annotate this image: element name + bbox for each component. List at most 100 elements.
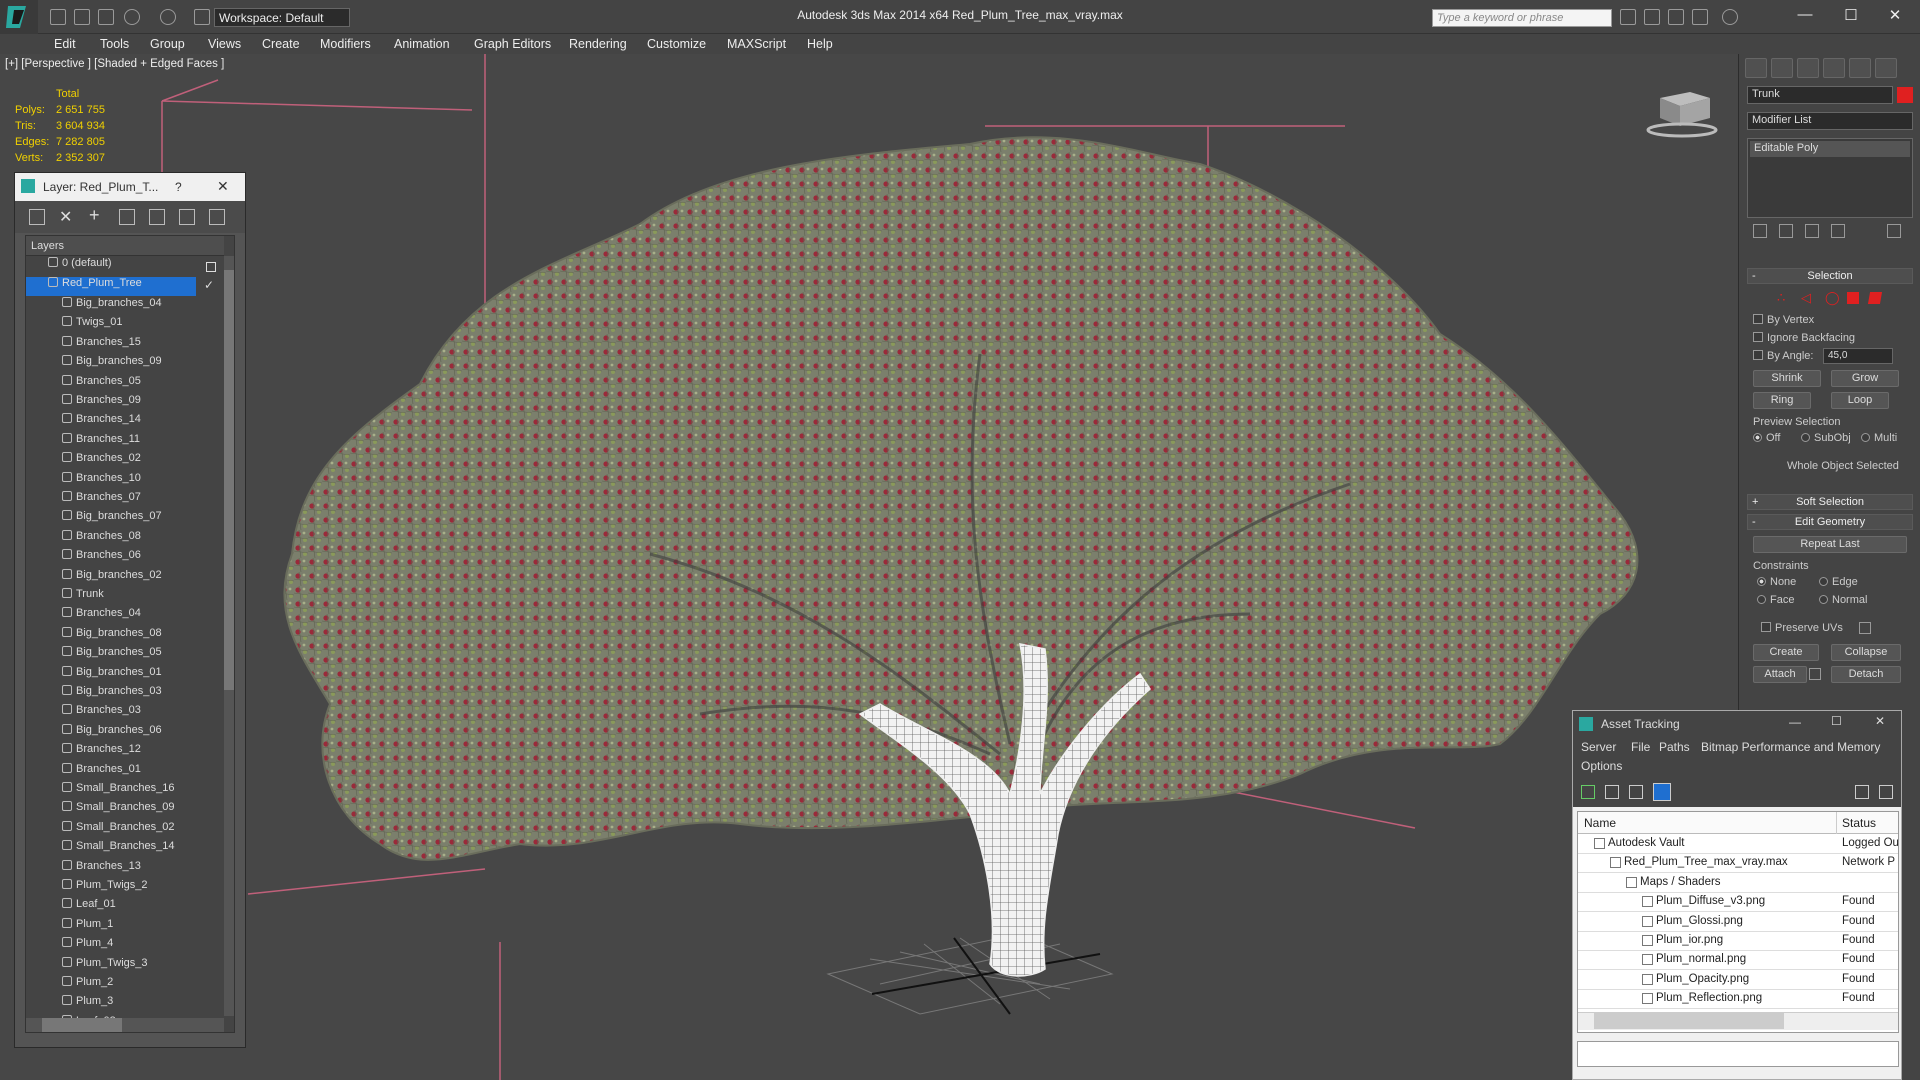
layer-object-item[interactable]: Plum_3 bbox=[26, 995, 218, 1014]
layer-object-item[interactable]: Big_branches_03 bbox=[26, 685, 218, 704]
layer-object-item[interactable]: Branches_04 bbox=[26, 607, 218, 626]
menu-maxscript[interactable]: MAXScript bbox=[727, 37, 786, 51]
polygon-mode-icon[interactable] bbox=[1847, 292, 1859, 304]
new-file-icon[interactable] bbox=[50, 9, 66, 25]
layer-object-item[interactable]: Branches_14 bbox=[26, 413, 218, 432]
layer-window-titlebar[interactable]: Layer: Red_Plum_T... ? ✕ bbox=[15, 173, 245, 201]
tree-view-icon[interactable] bbox=[1629, 785, 1643, 799]
preview-multi-radio[interactable]: Multi bbox=[1861, 432, 1897, 444]
viewcube[interactable] bbox=[1646, 92, 1718, 138]
menu-bitmap-performance[interactable]: Bitmap Performance and Memory bbox=[1701, 740, 1880, 754]
create-button[interactable]: Create bbox=[1753, 644, 1819, 661]
freeze-all-icon[interactable] bbox=[209, 209, 225, 225]
angle-spinner[interactable]: 45,0 bbox=[1823, 348, 1893, 364]
layer-object-item[interactable]: Plum_4 bbox=[26, 937, 218, 956]
asset-row[interactable]: Autodesk Vault Logged Ou bbox=[1578, 835, 1898, 854]
layer-object-item[interactable]: Plum_2 bbox=[26, 976, 218, 995]
edit-geometry-rollout[interactable]: - Edit Geometry bbox=[1747, 514, 1913, 530]
grow-button[interactable]: Grow bbox=[1831, 370, 1899, 387]
layer-object-item[interactable]: Trunk bbox=[26, 588, 218, 607]
layer-object-item[interactable]: Big_branches_07 bbox=[26, 510, 218, 529]
workspace-dropdown[interactable]: Workspace: Default bbox=[214, 8, 350, 27]
menu-paths[interactable]: Paths bbox=[1659, 740, 1690, 754]
remove-modifier-icon[interactable] bbox=[1831, 224, 1845, 238]
vault-login-icon[interactable] bbox=[1855, 785, 1869, 799]
list-view-icon[interactable] bbox=[1605, 785, 1619, 799]
layer-object-item[interactable]: Big_branches_06 bbox=[26, 723, 218, 743]
communication-icon[interactable] bbox=[1668, 9, 1684, 25]
refresh-icon[interactable] bbox=[1581, 785, 1595, 799]
asset-row[interactable]: Plum_Reflection.png Found bbox=[1578, 990, 1898, 1010]
modify-tab-icon[interactable] bbox=[1771, 58, 1793, 78]
hierarchy-tab-icon[interactable] bbox=[1797, 58, 1819, 78]
create-tab-icon[interactable] bbox=[1745, 58, 1767, 78]
active-check-icon[interactable]: ✓ bbox=[204, 278, 214, 292]
layer-object-item[interactable]: Small_Branches_14 bbox=[26, 840, 218, 859]
table-view-icon[interactable] bbox=[1653, 783, 1671, 801]
layer-object-item[interactable]: Big_branches_05 bbox=[26, 646, 218, 665]
preview-off-radio[interactable]: Off bbox=[1753, 432, 1780, 444]
menu-edit[interactable]: Edit bbox=[54, 37, 76, 51]
element-mode-icon[interactable] bbox=[1867, 292, 1883, 304]
column-divider[interactable] bbox=[1836, 812, 1837, 834]
layer-object-item[interactable]: Big_branches_04 bbox=[26, 297, 218, 316]
layer-object-item[interactable]: Plum_Twigs_3 bbox=[26, 956, 218, 976]
save-file-icon[interactable] bbox=[98, 9, 114, 25]
viewport-label[interactable]: [+] [Perspective ] [Shaded + Edged Faces… bbox=[5, 58, 224, 70]
settings-icon[interactable] bbox=[1859, 622, 1871, 634]
constraint-none-radio[interactable]: None bbox=[1757, 576, 1796, 588]
menu-rendering[interactable]: Rendering bbox=[569, 37, 627, 51]
layer-object-item[interactable]: Branches_13 bbox=[26, 859, 218, 879]
app-logo-icon[interactable] bbox=[0, 0, 38, 34]
by-angle-checkbox[interactable]: By Angle: bbox=[1753, 350, 1813, 362]
menu-options[interactable]: Options bbox=[1581, 759, 1622, 773]
layer-object-item[interactable]: Branches_08 bbox=[26, 529, 218, 549]
preview-subobj-radio[interactable]: SubObj bbox=[1801, 432, 1851, 444]
edge-mode-icon[interactable]: ◁ bbox=[1801, 290, 1811, 306]
soft-selection-rollout[interactable]: + Soft Selection bbox=[1747, 494, 1913, 510]
pin-stack-icon[interactable] bbox=[1753, 224, 1767, 238]
layer-active[interactable]: Red_Plum_Tree bbox=[26, 277, 196, 296]
highlight-layer-icon[interactable] bbox=[149, 209, 165, 225]
vertex-mode-icon[interactable]: ∴ bbox=[1777, 290, 1785, 306]
layer-object-item[interactable]: Plum_1 bbox=[26, 917, 218, 937]
close-icon[interactable]: ✕ bbox=[1880, 6, 1910, 26]
project-folder-icon[interactable] bbox=[194, 9, 210, 25]
layer-object-item[interactable]: Branches_10 bbox=[26, 471, 218, 491]
layer-object-item[interactable]: Branches_15 bbox=[26, 335, 218, 355]
layer-object-item[interactable]: Big_branches_09 bbox=[26, 355, 218, 374]
preserve-uvs-checkbox[interactable]: Preserve UVs bbox=[1761, 622, 1843, 634]
menu-group[interactable]: Group bbox=[150, 37, 185, 51]
select-objects-icon[interactable] bbox=[119, 209, 135, 225]
binoculars-icon[interactable] bbox=[1620, 9, 1636, 25]
layer-object-item[interactable]: Small_Branches_02 bbox=[26, 820, 218, 840]
object-name-field[interactable]: Trunk bbox=[1747, 86, 1893, 104]
horizontal-scrollbar[interactable] bbox=[1578, 1012, 1898, 1030]
constraint-face-radio[interactable]: Face bbox=[1757, 594, 1794, 606]
asset-row[interactable]: Plum_Diffuse_v3.png Found bbox=[1578, 893, 1898, 913]
layer-default[interactable]: 0 (default) bbox=[26, 257, 218, 276]
column-status[interactable]: Status bbox=[1842, 816, 1876, 830]
asset-row[interactable]: Red_Plum_Tree_max_vray.max Network P bbox=[1578, 854, 1898, 874]
menu-modifiers[interactable]: Modifiers bbox=[320, 37, 371, 51]
ignore-backfacing-checkbox[interactable]: Ignore Backfacing bbox=[1753, 332, 1855, 344]
configure-sets-icon[interactable] bbox=[1887, 224, 1901, 238]
loop-button[interactable]: Loop bbox=[1831, 392, 1889, 409]
object-color-swatch[interactable] bbox=[1897, 87, 1913, 103]
layer-object-item[interactable]: Twigs_01 bbox=[26, 316, 218, 335]
delete-layer-icon[interactable]: ✕ bbox=[59, 207, 72, 227]
horizontal-scrollbar[interactable] bbox=[26, 1018, 224, 1032]
layer-object-item[interactable]: Branches_09 bbox=[26, 394, 218, 413]
layer-object-item[interactable]: Branches_02 bbox=[26, 452, 218, 471]
layer-object-item[interactable]: Leaf_01 bbox=[26, 898, 218, 917]
attach-list-icon[interactable] bbox=[1809, 668, 1821, 680]
search-input[interactable]: Type a keyword or phrase bbox=[1432, 9, 1612, 27]
redo-icon[interactable] bbox=[160, 9, 176, 25]
border-mode-icon[interactable]: ◯ bbox=[1825, 290, 1840, 306]
help-button[interactable]: ? bbox=[175, 180, 182, 194]
favorites-star-icon[interactable] bbox=[1692, 9, 1708, 25]
add-to-layer-icon[interactable]: + bbox=[89, 205, 100, 226]
attach-button[interactable]: Attach bbox=[1753, 666, 1807, 683]
perspective-viewport[interactable]: [+] [Perspective ] [Shaded + Edged Faces… bbox=[0, 54, 1738, 1080]
hide-all-icon[interactable] bbox=[179, 209, 195, 225]
